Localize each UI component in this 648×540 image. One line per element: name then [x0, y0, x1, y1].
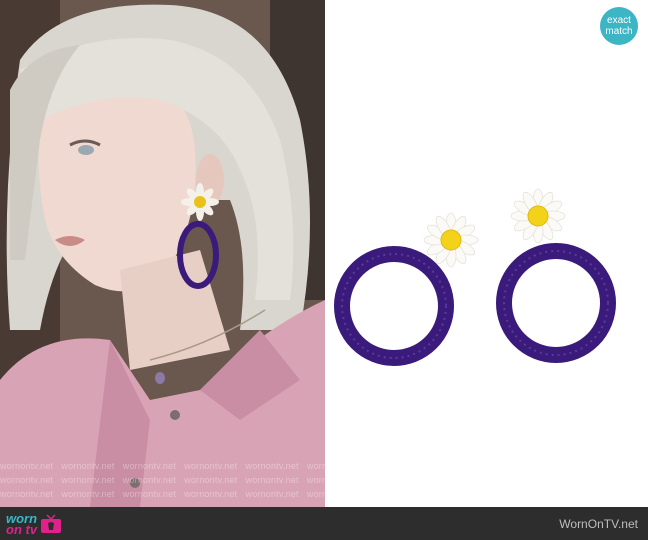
right-earring	[496, 188, 616, 363]
watermark-row: wornontv.net wornontv.net wornontv.net w…	[0, 489, 325, 499]
earrings-illustration	[334, 188, 616, 366]
logo-text: worn on tv	[6, 512, 38, 537]
badge-line1: exact	[607, 15, 631, 26]
footer-bar: worn on tv WornOnTV.net	[0, 507, 648, 540]
watermark-row: wornontv.net wornontv.net wornontv.net w…	[0, 475, 325, 485]
exact-match-badge: exact match	[600, 7, 638, 45]
site-url[interactable]: WornOnTV.net	[559, 517, 638, 531]
logo-line2: on tv	[6, 522, 38, 537]
tv-icon	[41, 514, 62, 533]
photo-illustration	[0, 0, 325, 507]
product-image[interactable]	[325, 0, 648, 507]
episode-photo: wornontv.net wornontv.net wornontv.net w…	[0, 0, 325, 507]
site-logo[interactable]: worn on tv	[6, 511, 62, 537]
watermark-row: wornontv.net wornontv.net wornontv.net w…	[0, 461, 325, 471]
badge-line2: match	[605, 26, 633, 37]
left-earring	[334, 212, 479, 366]
